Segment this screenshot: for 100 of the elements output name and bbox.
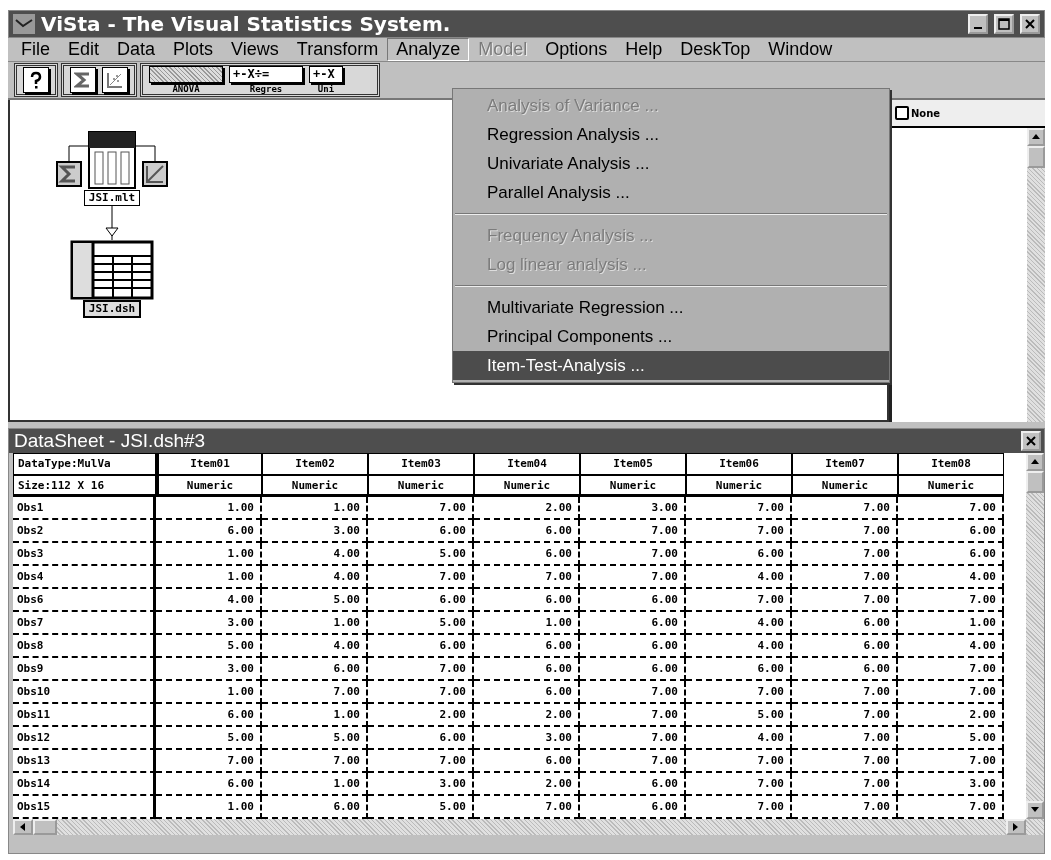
- close-icon: [1025, 19, 1035, 29]
- table-cell: 6.00: [156, 704, 262, 727]
- row-label: Obs13: [13, 750, 156, 773]
- table-cell: 6.00: [474, 543, 580, 566]
- table-cell: 2.00: [474, 497, 580, 520]
- close-button[interactable]: [1020, 14, 1040, 34]
- table-cell: 4.00: [686, 727, 792, 750]
- help-button[interactable]: [23, 67, 49, 93]
- close-icon: [1026, 436, 1036, 446]
- row-label: Obs14: [13, 773, 156, 796]
- table-cell: 1.00: [474, 612, 580, 635]
- table-cell: 1.00: [262, 773, 368, 796]
- column-header[interactable]: Item08: [898, 453, 1004, 475]
- table-cell: 4.00: [898, 635, 1004, 658]
- table-cell: 7.00: [580, 520, 686, 543]
- row-label: Obs2: [13, 520, 156, 543]
- table-cell: 6.00: [474, 681, 580, 704]
- row-label: Obs7: [13, 612, 156, 635]
- row-label: Obs8: [13, 635, 156, 658]
- row-label: Obs3: [13, 543, 156, 566]
- table-cell: 7.00: [368, 497, 474, 520]
- multivariate-model-icon: [55, 130, 169, 190]
- checkbox[interactable]: [895, 106, 909, 120]
- column-header[interactable]: Item01: [156, 453, 262, 475]
- table-cell: 7.00: [898, 497, 1004, 520]
- table-cell: 7.00: [792, 681, 898, 704]
- menu-option[interactable]: Parallel Analysis ...: [453, 178, 889, 207]
- close-button[interactable]: [1021, 431, 1041, 451]
- table-cell: 1.00: [262, 704, 368, 727]
- table-cell: 6.00: [792, 612, 898, 635]
- data-type-cell: DataType:MulVa: [13, 453, 156, 475]
- datasheet-title: DataSheet - JSI.dsh#3: [14, 430, 206, 452]
- sigma-icon: [74, 71, 92, 89]
- table-cell: 1.00: [156, 681, 262, 704]
- scrollbar[interactable]: [13, 819, 1044, 835]
- table-cell: 4.00: [262, 566, 368, 589]
- table-cell: 3.00: [898, 773, 1004, 796]
- window-title: ViSta - The Visual Statistics System.: [41, 12, 452, 36]
- column-type: Numeric: [792, 475, 898, 497]
- scroll-up-button[interactable]: [1026, 453, 1044, 471]
- column-header[interactable]: Item03: [368, 453, 474, 475]
- table-cell: 1.00: [156, 543, 262, 566]
- table-cell: 1.00: [156, 497, 262, 520]
- scrollbar[interactable]: [1027, 128, 1045, 422]
- scroll-down-button[interactable]: [1026, 801, 1044, 819]
- sigma-button[interactable]: [70, 67, 96, 93]
- table-cell: 7.00: [686, 681, 792, 704]
- scrollbar[interactable]: [1026, 453, 1044, 819]
- column-header[interactable]: Item07: [792, 453, 898, 475]
- table-cell: 7.00: [792, 543, 898, 566]
- menu-option[interactable]: Principal Components ...: [453, 322, 889, 351]
- table-cell: 6.00: [792, 658, 898, 681]
- column-header[interactable]: Item05: [580, 453, 686, 475]
- table-cell: 4.00: [156, 589, 262, 612]
- table-cell: 1.00: [156, 566, 262, 589]
- table-cell: 6.00: [368, 589, 474, 612]
- table-cell: 6.00: [898, 520, 1004, 543]
- row-label: Obs1: [13, 497, 156, 520]
- scatter-plot-button[interactable]: [102, 67, 128, 93]
- column-header[interactable]: Item06: [686, 453, 792, 475]
- maximize-button[interactable]: [994, 14, 1014, 34]
- table-cell: 1.00: [262, 497, 368, 520]
- table-cell: 7.00: [580, 681, 686, 704]
- scroll-up-button[interactable]: [1027, 128, 1045, 146]
- minimize-button[interactable]: [968, 14, 988, 34]
- scroll-right-button[interactable]: [1006, 819, 1026, 835]
- table-cell: 4.00: [898, 566, 1004, 589]
- table-cell: 7.00: [686, 497, 792, 520]
- scatter-plot-icon: [106, 71, 124, 89]
- table-cell: 6.00: [580, 635, 686, 658]
- scroll-thumb[interactable]: [33, 819, 57, 835]
- arrow-left-icon: [18, 822, 28, 832]
- table-cell: 6.00: [262, 658, 368, 681]
- table-cell: 3.00: [156, 658, 262, 681]
- column-header[interactable]: Item04: [474, 453, 580, 475]
- table-cell: 6.00: [580, 773, 686, 796]
- table-cell: 7.00: [474, 566, 580, 589]
- table-cell: 7.00: [368, 658, 474, 681]
- table-cell: 1.00: [898, 612, 1004, 635]
- datasheet-icon: [70, 240, 154, 300]
- scroll-thumb[interactable]: [1027, 146, 1045, 168]
- column-type: Numeric: [156, 475, 262, 497]
- table-cell: 6.00: [474, 635, 580, 658]
- menu-item[interactable]: Analyze: [387, 38, 470, 61]
- table-cell: 7.00: [262, 681, 368, 704]
- menu-option[interactable]: Multivariate Regression ...: [453, 293, 889, 322]
- node-label: JSI.mlt: [83, 190, 141, 206]
- table-cell: 4.00: [686, 566, 792, 589]
- column-header[interactable]: Item02: [262, 453, 368, 475]
- column-type: Numeric: [686, 475, 792, 497]
- menu-option[interactable]: Univariate Analysis ...: [453, 149, 889, 178]
- menu-option[interactable]: Item-Test-Analysis ...: [453, 351, 889, 380]
- column-type: Numeric: [474, 475, 580, 497]
- scroll-thumb[interactable]: [1026, 471, 1044, 493]
- table-cell: 6.00: [686, 658, 792, 681]
- table-cell: 7.00: [686, 750, 792, 773]
- table-cell: 4.00: [262, 543, 368, 566]
- table-cell: 6.00: [898, 543, 1004, 566]
- menu-option[interactable]: Regression Analysis ...: [453, 120, 889, 149]
- scroll-left-button[interactable]: [13, 819, 33, 835]
